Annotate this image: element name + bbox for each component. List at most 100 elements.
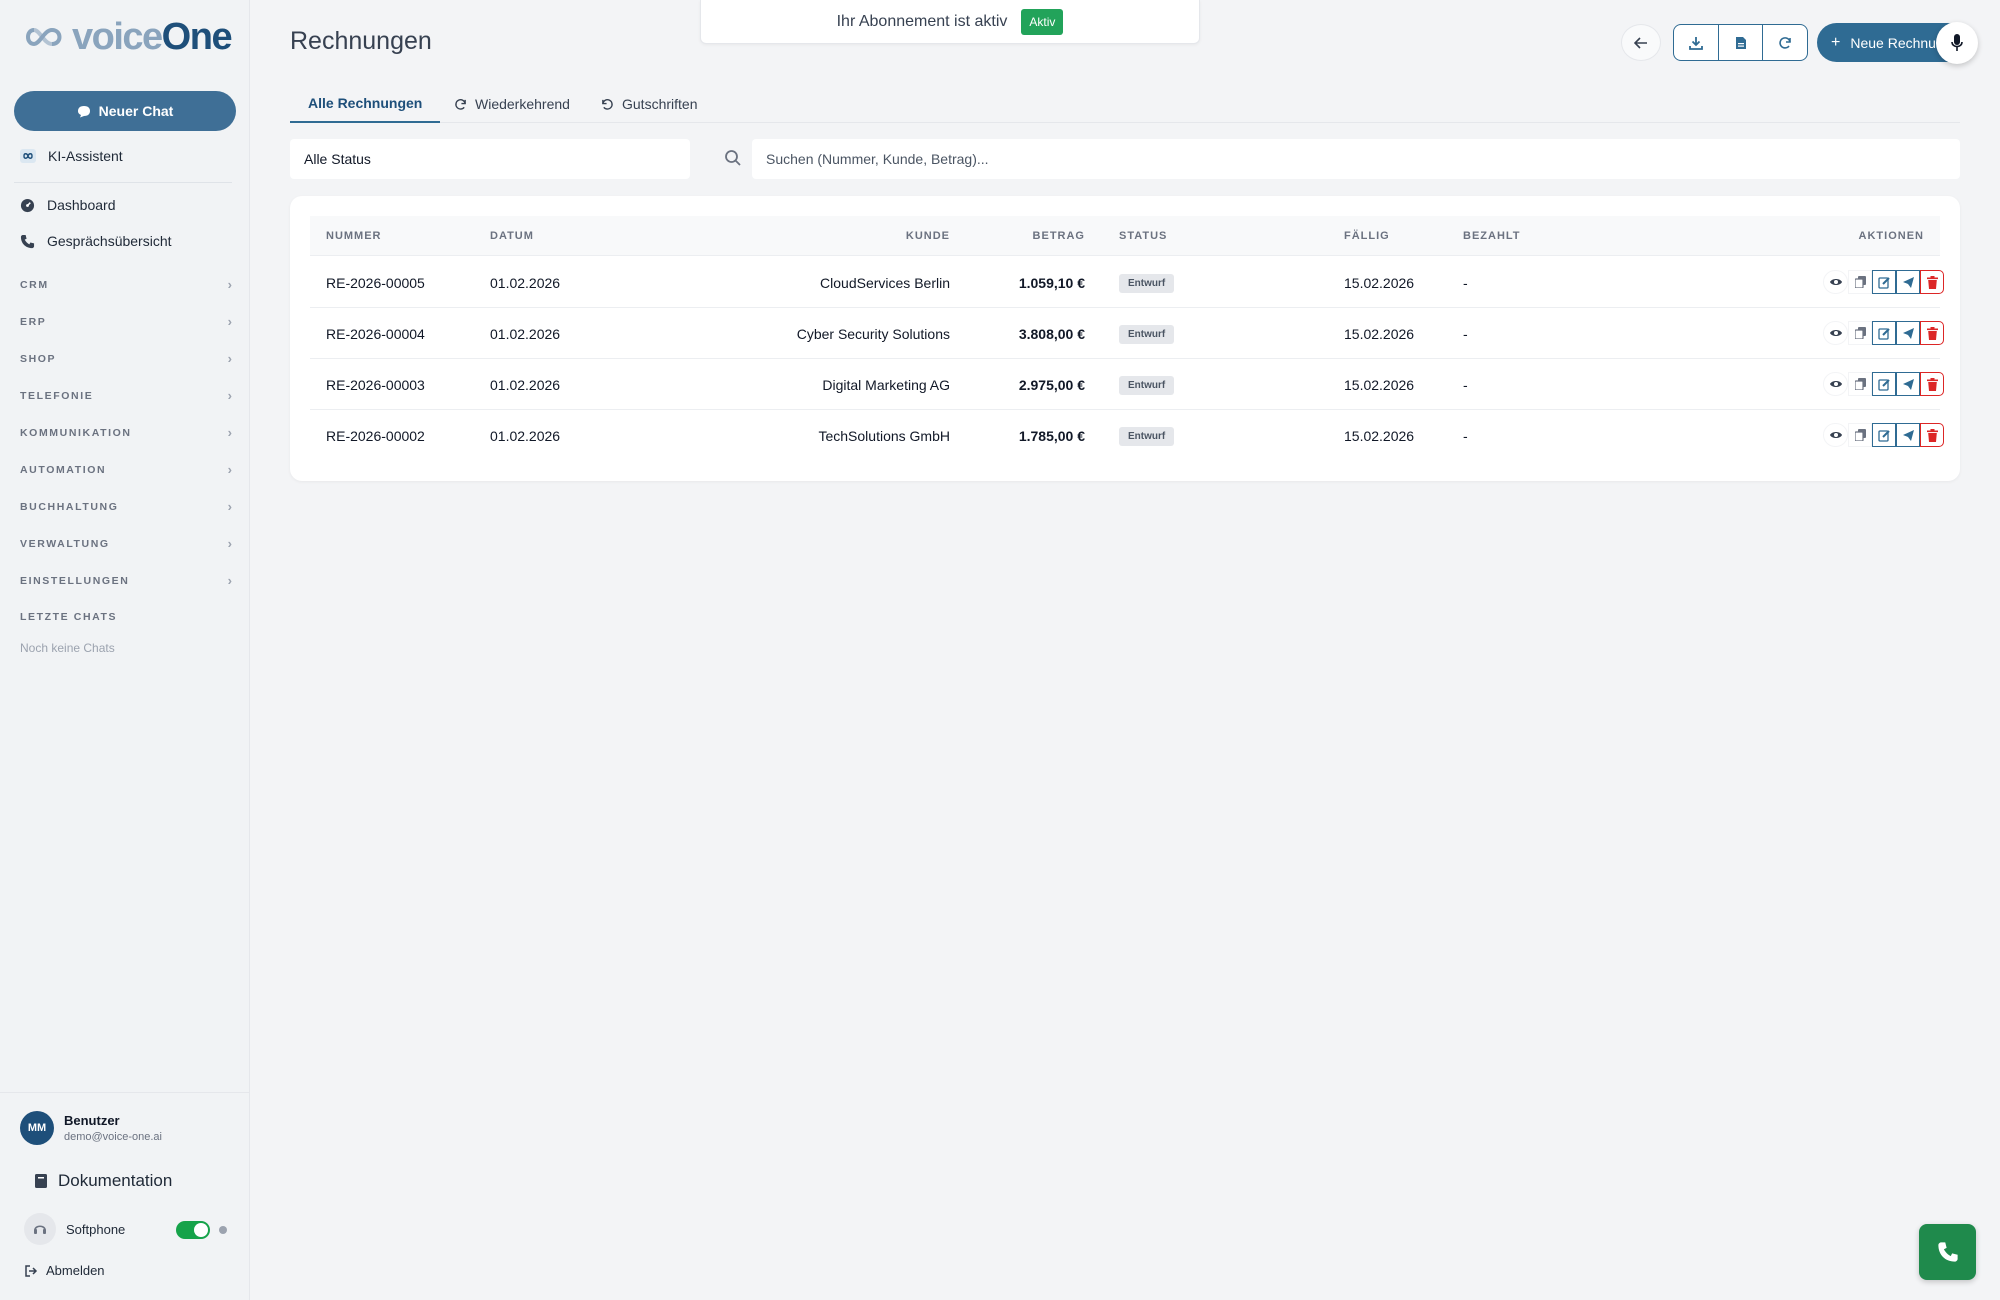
- invoice-amount: 1.785,00 €: [1018, 428, 1085, 444]
- row-actions: [1823, 270, 1944, 294]
- sidebar-section-einstellungen[interactable]: EINSTELLUNGEN ›: [20, 573, 232, 588]
- invoice-number: RE-2026-00005: [326, 275, 425, 291]
- send-button[interactable]: [1896, 372, 1920, 396]
- chevron-right-icon: ›: [227, 536, 232, 551]
- delete-button[interactable]: [1920, 372, 1944, 396]
- download-button[interactable]: [1673, 24, 1719, 61]
- status-filter-select[interactable]: Alle Status: [290, 139, 690, 179]
- softphone-row: Softphone: [24, 1213, 125, 1245]
- export-document-button[interactable]: [1718, 24, 1763, 61]
- view-button[interactable]: [1823, 423, 1848, 447]
- sidebar-footer: MM Benutzer demo@voice-one.ai Dokumentat…: [0, 1092, 250, 1300]
- invoice-number: RE-2026-00004: [326, 326, 425, 342]
- column-header-datum[interactable]: DATUM: [490, 230, 534, 242]
- table-row[interactable]: RE-2026-00002 01.02.2026 TechSolutions G…: [310, 410, 1944, 461]
- column-header-kunde[interactable]: KUNDE: [906, 230, 950, 242]
- chevron-right-icon: ›: [227, 499, 232, 514]
- tab-recurring[interactable]: Wiederkehrend: [454, 85, 570, 123]
- sidebar-section-shop[interactable]: SHOP ›: [20, 351, 232, 366]
- duplicate-button[interactable]: [1848, 372, 1872, 396]
- send-button[interactable]: [1896, 321, 1920, 345]
- section-label: VERWALTUNG: [20, 537, 110, 550]
- tab-all-invoices[interactable]: Alle Rechnungen: [290, 85, 441, 123]
- softphone-fab-button[interactable]: [1919, 1224, 1976, 1280]
- section-label: ERP: [20, 315, 47, 328]
- softphone-label: Softphone: [66, 1221, 126, 1237]
- tab-credit-notes[interactable]: Gutschriften: [601, 85, 697, 123]
- duplicate-button[interactable]: [1848, 321, 1872, 345]
- trash-icon: [1926, 326, 1938, 340]
- sidebar-divider: [14, 182, 232, 183]
- invoice-amount: 3.808,00 €: [1018, 326, 1085, 342]
- logout-link[interactable]: Abmelden: [24, 1263, 105, 1278]
- voice-input-button[interactable]: [1936, 22, 1978, 64]
- section-label: AUTOMATION: [20, 463, 107, 476]
- chat-bubble-icon: [77, 105, 90, 117]
- tab-label: Wiederkehrend: [475, 96, 570, 112]
- user-email: demo@voice-one.ai: [64, 1131, 162, 1143]
- sidebar-section-crm[interactable]: CRM ›: [20, 277, 232, 292]
- column-header-betrag[interactable]: BETRAG: [1033, 230, 1085, 242]
- send-button[interactable]: [1896, 270, 1920, 294]
- invoice-due-date: 15.02.2026: [1344, 275, 1415, 291]
- invoice-due-date: 15.02.2026: [1344, 428, 1415, 444]
- sidebar-section-automation[interactable]: AUTOMATION ›: [20, 462, 232, 477]
- column-header-nummer[interactable]: NUMMER: [326, 230, 382, 242]
- table-row[interactable]: RE-2026-00004 01.02.2026 Cyber Security …: [310, 308, 1944, 359]
- sidebar-section-telefonie[interactable]: TELEFONIE ›: [20, 388, 232, 403]
- avatar[interactable]: MM: [20, 1111, 54, 1145]
- view-button[interactable]: [1823, 270, 1848, 294]
- eye-icon: [1829, 381, 1842, 387]
- ai-assistant-link[interactable]: KI-Assistent: [20, 148, 123, 164]
- sidebar-item-dashboard[interactable]: Dashboard: [20, 197, 116, 213]
- tab-label: Gutschriften: [622, 96, 698, 112]
- status-badge: Entwurf: [1119, 427, 1175, 446]
- refresh-button[interactable]: [1762, 24, 1808, 61]
- edit-button[interactable]: [1872, 372, 1896, 396]
- delete-button[interactable]: [1920, 270, 1944, 294]
- sidebar-section-erp[interactable]: ERP ›: [20, 314, 232, 329]
- softphone-toggle[interactable]: [176, 1221, 210, 1239]
- recent-chats-title: LETZTE CHATS: [20, 611, 118, 623]
- invoice-paid: -: [1463, 377, 1468, 393]
- table-row[interactable]: RE-2026-00003 01.02.2026 Digital Marketi…: [310, 359, 1944, 410]
- chevron-right-icon: ›: [227, 573, 232, 588]
- section-label: BUCHHALTUNG: [20, 500, 119, 513]
- section-label: KOMMUNIKATION: [20, 426, 132, 439]
- section-label: SHOP: [20, 352, 57, 365]
- documentation-link[interactable]: Dokumentation: [34, 1171, 172, 1191]
- search-input[interactable]: [752, 139, 1960, 179]
- edit-button[interactable]: [1872, 270, 1896, 294]
- duplicate-button[interactable]: [1848, 423, 1872, 447]
- delete-button[interactable]: [1920, 423, 1944, 447]
- brand-logo[interactable]: voiceOne: [22, 18, 233, 56]
- sidebar-section-buchhaltung[interactable]: BUCHHALTUNG ›: [20, 499, 232, 514]
- edit-icon: [1877, 276, 1890, 289]
- new-chat-button[interactable]: Neuer Chat: [14, 91, 236, 131]
- chevron-right-icon: ›: [227, 462, 232, 477]
- delete-button[interactable]: [1920, 321, 1944, 345]
- sidebar-section-verwaltung[interactable]: VERWALTUNG ›: [20, 536, 232, 551]
- invoice-date: 01.02.2026: [490, 428, 561, 444]
- phone-icon: [1937, 1242, 1958, 1262]
- duplicate-button[interactable]: [1848, 270, 1872, 294]
- paper-plane-icon: [1902, 276, 1914, 288]
- back-button[interactable]: [1621, 24, 1661, 61]
- sidebar-section-kommunikation[interactable]: KOMMUNIKATION ›: [20, 425, 232, 440]
- table-row[interactable]: RE-2026-00005 01.02.2026 CloudServices B…: [310, 257, 1944, 308]
- sidebar-item-calls[interactable]: Gesprächsübersicht: [20, 233, 172, 249]
- subscription-text: Ihr Abonnement ist aktiv: [836, 12, 1008, 30]
- view-button[interactable]: [1823, 372, 1848, 396]
- invoice-paid: -: [1463, 275, 1468, 291]
- book-icon: [35, 1174, 47, 1188]
- edit-button[interactable]: [1872, 423, 1896, 447]
- column-header-status[interactable]: STATUS: [1119, 230, 1167, 242]
- view-button[interactable]: [1823, 321, 1848, 345]
- edit-button[interactable]: [1872, 321, 1896, 345]
- status-filter-value: Alle Status: [304, 151, 371, 167]
- send-button[interactable]: [1896, 423, 1920, 447]
- column-header-bezahlt[interactable]: BEZAHLT: [1463, 230, 1521, 242]
- table-header: NUMMER DATUM KUNDE BETRAG STATUS FÄLLIG …: [310, 216, 1940, 256]
- status-badge: Entwurf: [1119, 325, 1175, 344]
- column-header-faellig[interactable]: FÄLLIG: [1344, 230, 1390, 242]
